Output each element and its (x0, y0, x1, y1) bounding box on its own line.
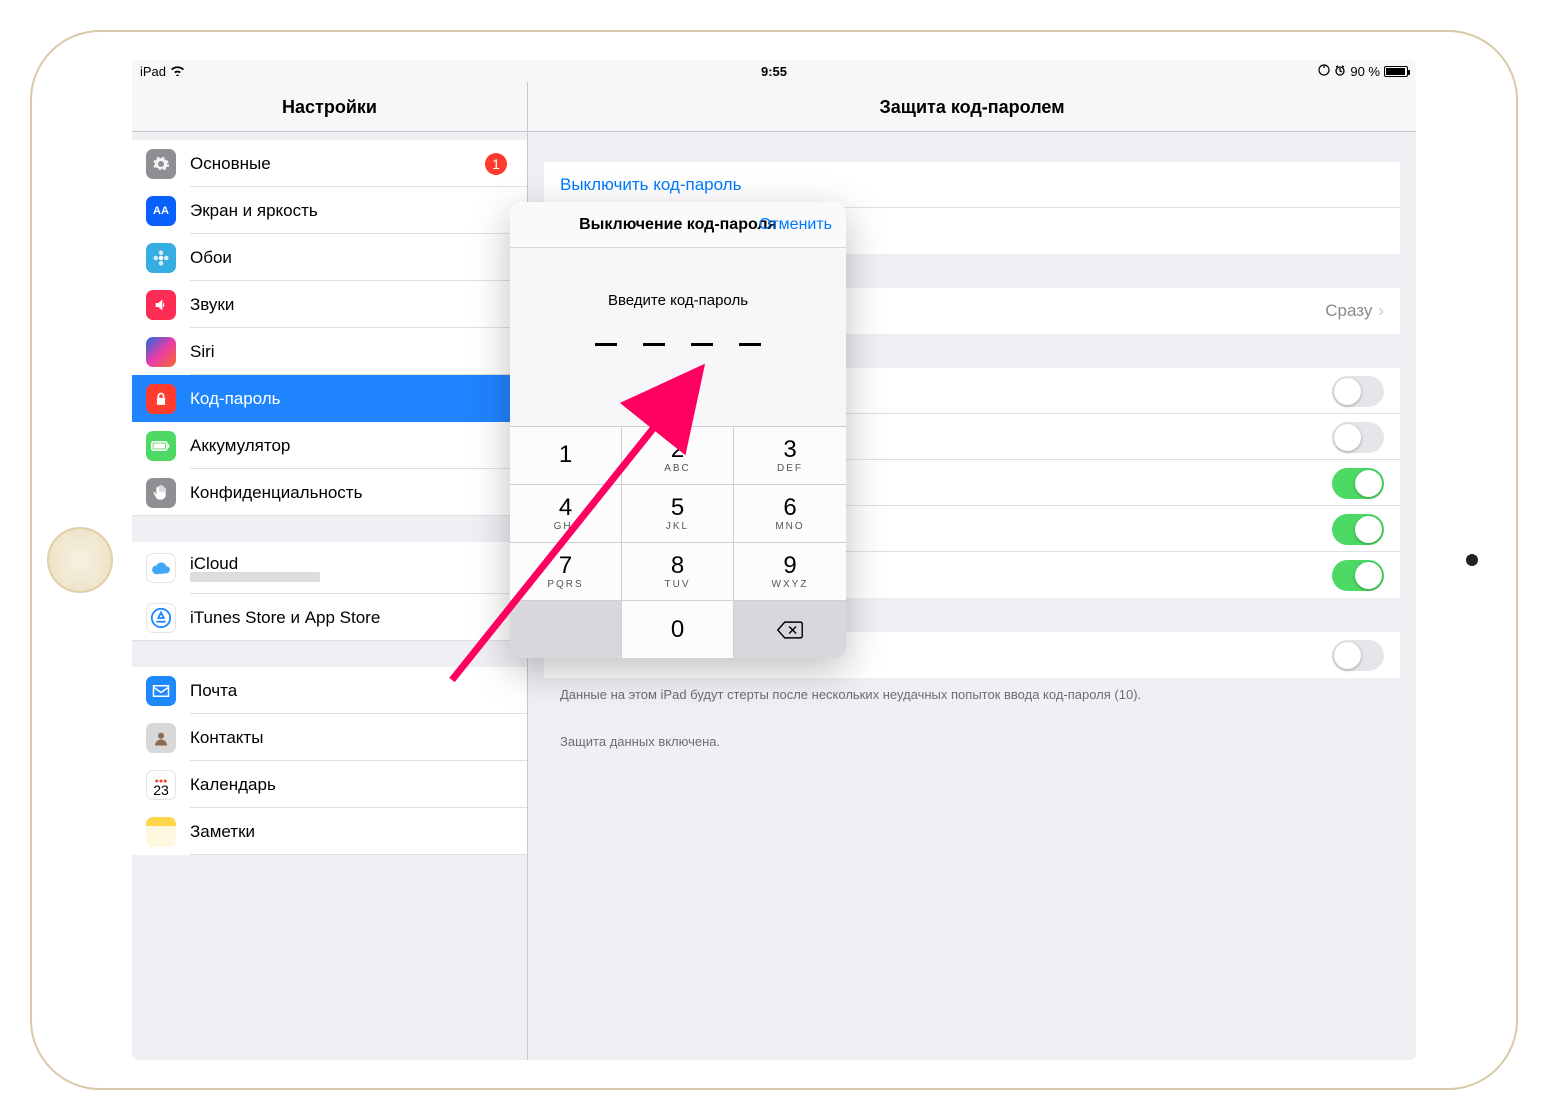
sidebar-item-label: Обои (190, 248, 232, 268)
cloud-icon (146, 553, 176, 583)
speaker-icon (146, 290, 176, 320)
battery-pct: 90 % (1350, 64, 1380, 79)
sidebar-item-label: Заметки (190, 822, 255, 842)
key-4[interactable]: 4GHI (510, 484, 622, 542)
key-7[interactable]: 7PQRS (510, 542, 622, 600)
key-8[interactable]: 8TUV (622, 542, 734, 600)
appstore-icon (146, 603, 176, 633)
lock-icon (146, 384, 176, 414)
sidebar-item-general[interactable]: Основные 1 (132, 140, 527, 187)
carrier-label: iPad (140, 64, 166, 79)
settings-sidebar: Настройки Основные 1 AA Экран и яркость (132, 82, 528, 1060)
sidebar-item-label: Экран и яркость (190, 201, 318, 221)
sidebar-item-display[interactable]: AA Экран и яркость (132, 187, 527, 234)
keypad: 1 2ABC 3DEF 4GHI 5JKL 6MNO 7PQRS 8TUV 9W… (510, 426, 846, 658)
mail-icon (146, 676, 176, 706)
gear-icon (146, 149, 176, 179)
status-bar: iPad 9:55 90 % (132, 60, 1416, 82)
sidebar-item-battery[interactable]: Аккумулятор (132, 422, 527, 469)
chevron-right-icon: › (1378, 301, 1384, 320)
key-9[interactable]: 9WXYZ (734, 542, 846, 600)
flower-icon (146, 243, 176, 273)
sidebar-item-privacy[interactable]: Конфиденциальность (132, 469, 527, 516)
link-label: Выключить код-пароль (560, 175, 741, 195)
sidebar-item-label: Звуки (190, 295, 234, 315)
badge: 1 (485, 153, 507, 175)
sidebar-item-label: Аккумулятор (190, 436, 290, 456)
sidebar-item-wallpaper[interactable]: Обои (132, 234, 527, 281)
sidebar-item-label: iTunes Store и App Store (190, 608, 380, 628)
switch[interactable] (1332, 640, 1384, 671)
footnote-erase: Данные на этом iPad будут стерты после н… (528, 678, 1416, 711)
switch[interactable] (1332, 376, 1384, 407)
passcode-modal: Выключение код-пароля Отменить Введите к… (510, 202, 846, 658)
front-camera (1466, 554, 1478, 566)
notes-icon (146, 817, 176, 847)
rotation-lock-icon (1318, 64, 1330, 79)
switch[interactable] (1332, 514, 1384, 545)
sidebar-item-passcode[interactable]: Код-пароль (132, 375, 527, 422)
row-value: Сразу (1325, 301, 1372, 320)
footnote-protection: Защита данных включена. (528, 725, 1416, 758)
key-3[interactable]: 3DEF (734, 426, 846, 484)
sidebar-item-contacts[interactable]: Контакты (132, 714, 527, 761)
key-2[interactable]: 2ABC (622, 426, 734, 484)
modal-title: Выключение код-пароля (579, 216, 777, 234)
siri-icon (146, 337, 176, 367)
cancel-button[interactable]: Отменить (759, 216, 832, 234)
key-6[interactable]: 6MNO (734, 484, 846, 542)
passcode-field (510, 343, 846, 346)
sidebar-item-label: Конфиденциальность (190, 483, 362, 503)
switch[interactable] (1332, 468, 1384, 499)
switch[interactable] (1332, 422, 1384, 453)
clock: 9:55 (761, 64, 787, 79)
icloud-account (190, 572, 320, 582)
sidebar-item-icloud[interactable]: iCloud (132, 542, 527, 594)
battery-icon (146, 431, 176, 461)
sidebar-item-label: Календарь (190, 775, 276, 795)
detail-title: Защита код-паролем (528, 82, 1416, 132)
sidebar-item-label: Код-пароль (190, 389, 281, 409)
key-backspace[interactable] (734, 600, 846, 658)
ipad-frame: iPad 9:55 90 % Настройки (30, 30, 1518, 1090)
alarm-icon (1334, 64, 1346, 79)
backspace-icon (776, 620, 804, 640)
screen: iPad 9:55 90 % Настройки (132, 60, 1416, 1060)
sidebar-item-mail[interactable]: Почта (132, 667, 527, 714)
sidebar-item-label: iCloud (190, 554, 320, 574)
battery-icon (1384, 66, 1408, 77)
key-blank (510, 600, 622, 658)
switch[interactable] (1332, 560, 1384, 591)
sidebar-item-label: Siri (190, 342, 215, 362)
hand-icon (146, 478, 176, 508)
key-1[interactable]: 1 (510, 426, 622, 484)
sidebar-item-calendar[interactable]: ●●●23 Календарь (132, 761, 527, 808)
sidebar-item-label: Почта (190, 681, 237, 701)
sidebar-item-label: Контакты (190, 728, 263, 748)
modal-header: Выключение код-пароля Отменить (510, 202, 846, 248)
modal-prompt: Введите код-пароль (510, 292, 846, 309)
contacts-icon (146, 723, 176, 753)
sidebar-item-sounds[interactable]: Звуки (132, 281, 527, 328)
sidebar-title: Настройки (132, 82, 527, 132)
sidebar-item-notes[interactable]: Заметки (132, 808, 527, 855)
wifi-icon (170, 64, 185, 79)
sidebar-item-label: Основные (190, 154, 271, 174)
key-0[interactable]: 0 (622, 600, 734, 658)
sidebar-item-itunes[interactable]: iTunes Store и App Store (132, 594, 527, 641)
sidebar-item-siri[interactable]: Siri (132, 328, 527, 375)
key-5[interactable]: 5JKL (622, 484, 734, 542)
home-button[interactable] (47, 527, 113, 593)
calendar-icon: ●●●23 (146, 770, 176, 800)
text-size-icon: AA (146, 196, 176, 226)
